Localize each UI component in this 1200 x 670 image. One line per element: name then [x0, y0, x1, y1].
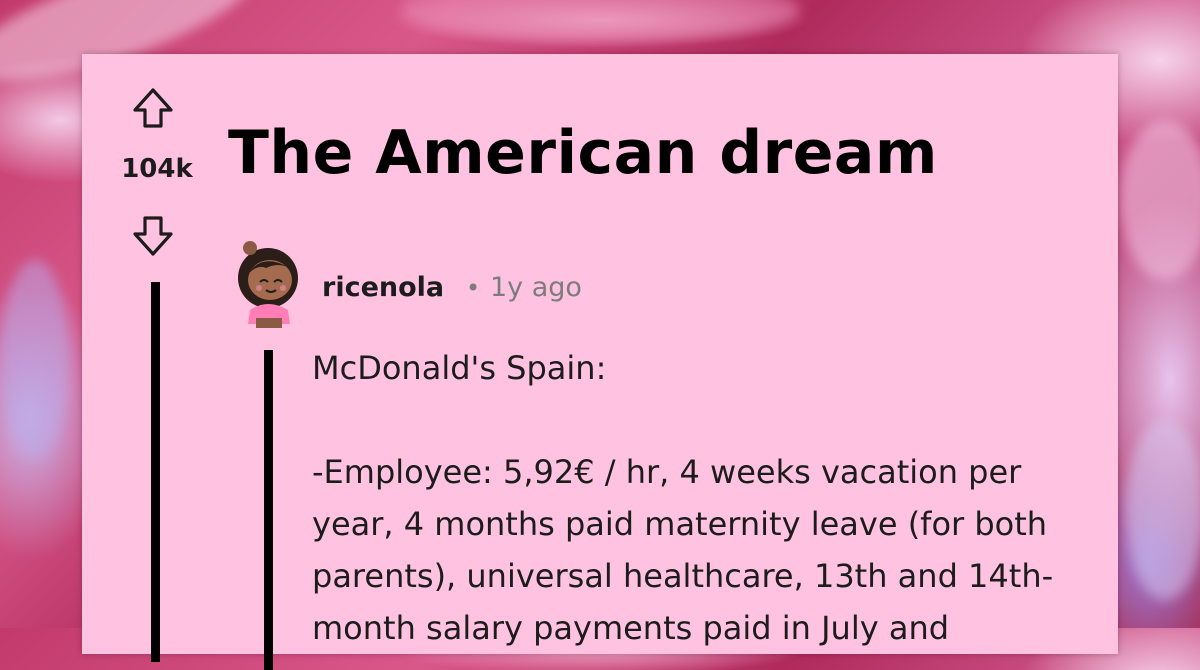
comment-body: McDonald's Spain: -Employee: 5,92€ / hr,… — [312, 342, 1092, 654]
background-paint — [1120, 120, 1200, 280]
background-paint — [1125, 420, 1200, 600]
comment-timestamp: 1y ago — [490, 272, 582, 303]
comment-paragraph: -Employee: 5,92€ / hr, 4 weeks vacation … — [312, 453, 1054, 647]
post-thread-line[interactable] — [151, 282, 160, 662]
upvote-arrow-icon[interactable] — [129, 84, 177, 132]
post-title: The American dream — [228, 118, 938, 188]
reddit-post-card: 104k The American dream ricenola • 1y ag… — [82, 54, 1118, 670]
downvote-arrow-icon[interactable] — [129, 212, 177, 260]
comment-username[interactable]: ricenola — [322, 272, 444, 303]
comment-thread-line[interactable] — [264, 350, 273, 670]
meta-separator: • — [466, 274, 481, 302]
background-paint — [0, 260, 70, 460]
background-paint — [400, 0, 800, 40]
vote-score: 104k — [121, 154, 193, 184]
user-avatar[interactable] — [232, 238, 304, 328]
comment-paragraph: McDonald's Spain: — [312, 349, 607, 387]
